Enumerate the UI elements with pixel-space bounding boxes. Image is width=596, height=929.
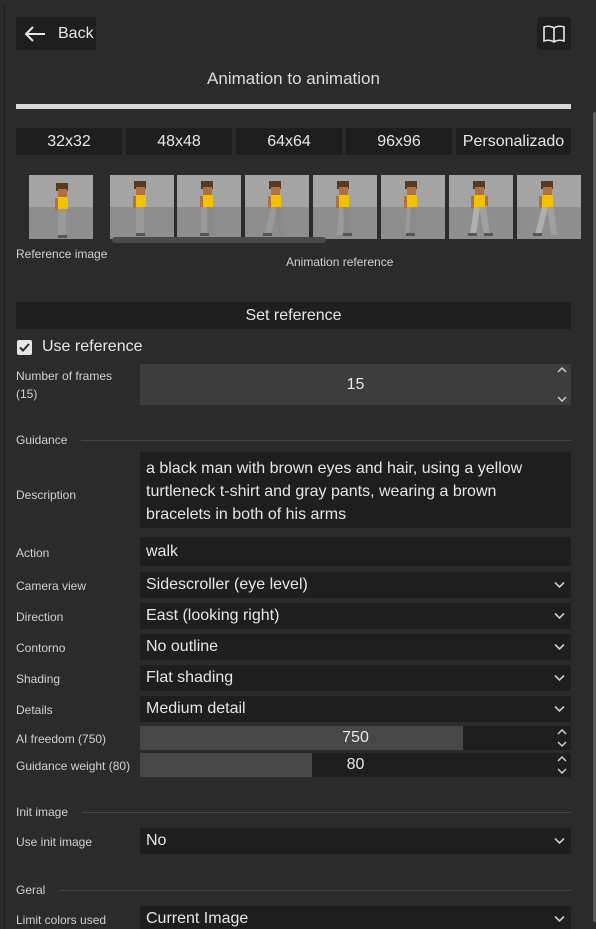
- spinner-up-icon[interactable]: [557, 729, 567, 735]
- animation-frame-7[interactable]: [517, 175, 581, 239]
- action-input[interactable]: walk: [140, 537, 571, 566]
- use-init-image-value: No: [146, 832, 167, 849]
- init-image-section-label: Init image: [16, 805, 69, 819]
- guidance-weight-fill: [140, 753, 313, 777]
- animation-frame-4[interactable]: [313, 175, 377, 239]
- camera-view-value: Sidescroller (eye level): [146, 576, 308, 593]
- guidance-weight-slider[interactable]: 80: [140, 753, 571, 777]
- animation-frame-6[interactable]: [449, 175, 513, 239]
- guidance-section: Guidance: [16, 432, 571, 448]
- shading-label: Shading: [16, 672, 61, 686]
- back-label: Back: [58, 24, 94, 42]
- set-reference-button[interactable]: Set reference: [16, 302, 571, 329]
- use-init-image-select[interactable]: No: [140, 828, 571, 854]
- top-bar: Back: [16, 17, 571, 51]
- size-48-button[interactable]: 48x48: [126, 128, 232, 155]
- size-32-button[interactable]: 32x32: [16, 128, 122, 155]
- outline-value: No outline: [146, 638, 219, 655]
- chevron-down-icon: [554, 915, 565, 923]
- frames-input[interactable]: 15: [140, 364, 571, 405]
- spinner-up-icon[interactable]: [557, 756, 567, 762]
- use-reference-label: Use reference: [42, 338, 143, 355]
- use-reference-toggle[interactable]: Use reference: [16, 337, 143, 357]
- init-image-section: Init image: [16, 804, 571, 820]
- details-label: Details: [16, 703, 53, 717]
- camera-view-label: Camera view: [16, 579, 87, 593]
- check-icon: [19, 342, 30, 352]
- frames-label: Number of frames (15): [16, 369, 113, 401]
- general-section: Geral: [16, 882, 571, 898]
- limit-colors-value: Current Image: [146, 910, 249, 927]
- chevron-down-icon: [554, 837, 565, 845]
- ai-freedom-spinner[interactable]: [557, 726, 567, 750]
- chevron-down-icon: [554, 643, 565, 651]
- description-label: Description: [16, 488, 77, 502]
- page-title: Animation to animation: [207, 69, 380, 88]
- guidance-section-label: Guidance: [16, 433, 68, 447]
- animation-frame-2[interactable]: [177, 175, 241, 239]
- ai-freedom-label: AI freedom (750): [16, 732, 107, 746]
- animation-reference-label: Animation reference: [286, 255, 394, 269]
- arrow-left-icon: [24, 25, 45, 42]
- thumbnails-scrollbar[interactable]: [112, 237, 326, 243]
- direction-label: Direction: [16, 610, 64, 624]
- frames-value: 15: [346, 375, 365, 393]
- spinner-down-icon[interactable]: [557, 396, 567, 402]
- spinner-down-icon[interactable]: [557, 741, 567, 747]
- ai-freedom-value: 750: [342, 729, 369, 746]
- chevron-down-icon: [554, 612, 565, 620]
- ai-freedom-slider[interactable]: 750: [140, 726, 571, 750]
- chevron-down-icon: [554, 674, 565, 682]
- spinner-down-icon[interactable]: [557, 768, 567, 774]
- ai-freedom-fill: [140, 726, 464, 750]
- reference-image[interactable]: [29, 175, 93, 239]
- section-divider: [59, 889, 571, 891]
- reference-image-label: Reference image: [16, 247, 108, 261]
- action-value: walk: [146, 542, 179, 560]
- section-divider: [82, 811, 571, 813]
- use-reference-checkbox[interactable]: [17, 339, 32, 355]
- size-64-button[interactable]: 64x64: [236, 128, 342, 155]
- size-selector: 32x32 48x48 64x64 96x96 Personalizado: [16, 128, 571, 155]
- frames-spinner[interactable]: [557, 364, 567, 405]
- use-init-image-label: Use init image: [16, 835, 93, 849]
- animation-frame-1[interactable]: [110, 175, 174, 239]
- camera-view-select[interactable]: Sidescroller (eye level): [140, 572, 571, 598]
- size-custom-button[interactable]: Personalizado: [456, 128, 571, 155]
- limit-colors-label: Limit colors used: [16, 913, 107, 927]
- shading-value: Flat shading: [146, 669, 234, 686]
- reference-thumbnails: [16, 171, 581, 243]
- shading-select[interactable]: Flat shading: [140, 665, 571, 691]
- docs-button[interactable]: [537, 17, 571, 50]
- size-96-button[interactable]: 96x96: [346, 128, 452, 155]
- animation-frame-5[interactable]: [381, 175, 445, 239]
- direction-value: East (looking right): [146, 607, 280, 624]
- guidance-weight-spinner[interactable]: [557, 753, 567, 777]
- chevron-down-icon: [554, 705, 565, 713]
- outline-label: Contorno: [16, 641, 66, 655]
- details-select[interactable]: Medium detail: [140, 696, 571, 722]
- title-divider: [16, 104, 571, 109]
- back-button[interactable]: Back: [16, 17, 96, 50]
- description-input[interactable]: a black man with brown eyes and hair, us…: [140, 452, 571, 528]
- guidance-weight-label: Guidance weight (80): [16, 759, 131, 773]
- details-value: Medium detail: [146, 700, 246, 717]
- general-section-label: Geral: [16, 883, 46, 897]
- limit-colors-select[interactable]: Current Image: [140, 906, 571, 929]
- outline-select[interactable]: No outline: [140, 634, 571, 660]
- chevron-down-icon: [554, 581, 565, 589]
- section-divider: [81, 439, 571, 441]
- direction-select[interactable]: East (looking right): [140, 603, 571, 629]
- book-icon: [543, 25, 565, 43]
- guidance-weight-value: 80: [346, 756, 365, 773]
- action-label: Action: [16, 546, 50, 560]
- spinner-up-icon[interactable]: [557, 367, 567, 373]
- animation-frame-3[interactable]: [245, 175, 309, 239]
